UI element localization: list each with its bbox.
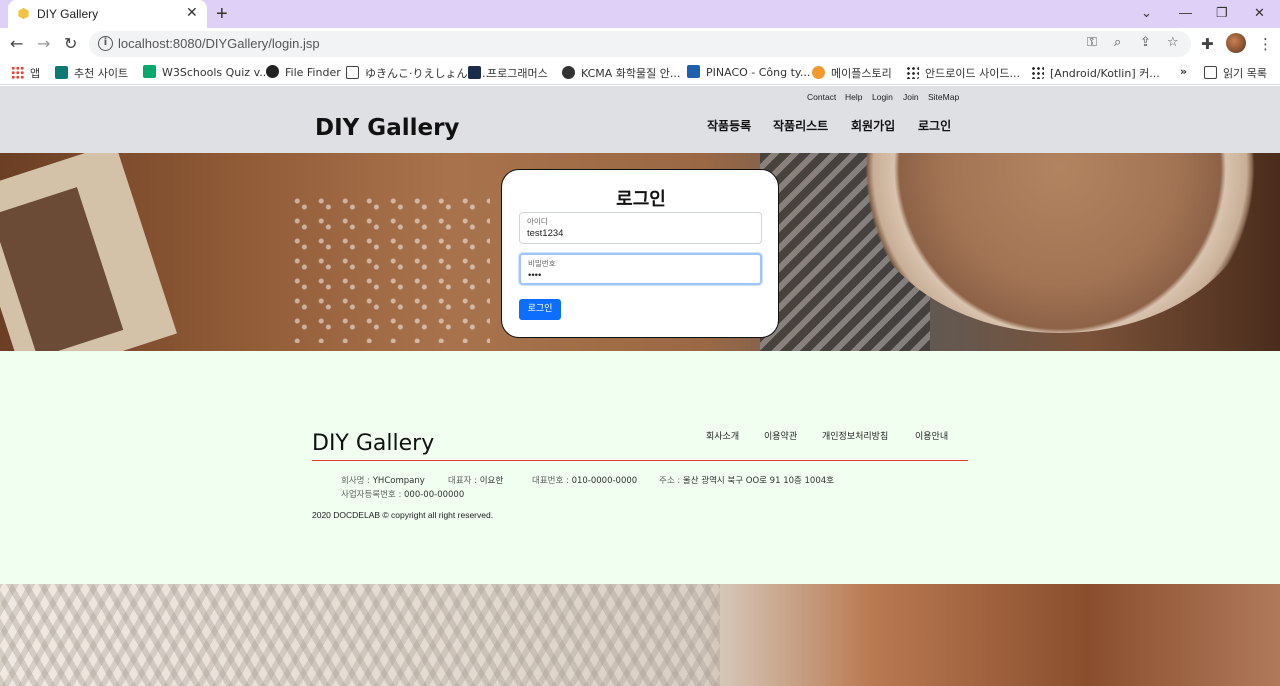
zoom-icon[interactable]: ⌕ bbox=[1114, 35, 1121, 50]
apps-grid-icon bbox=[11, 66, 24, 79]
tv-icon bbox=[346, 66, 359, 79]
id-field[interactable]: 아이디 test1234 bbox=[519, 212, 762, 244]
footer-logo[interactable]: DIY Gallery bbox=[312, 431, 434, 456]
reading-list[interactable]: 읽기 목록 bbox=[1204, 65, 1267, 81]
footer-address: 주소 : 울산 광역시 북구 OO로 91 10층 1004호 bbox=[659, 476, 834, 486]
util-link-help[interactable]: Help bbox=[845, 92, 862, 102]
footer-link-guide[interactable]: 이용안내 bbox=[915, 429, 948, 442]
bookmark-kcma[interactable]: KCMA 화학물질 안... bbox=[562, 65, 680, 81]
programmers-icon bbox=[468, 66, 481, 79]
bookmark-apps[interactable]: 앱 bbox=[11, 65, 40, 81]
minimize-icon[interactable]: — bbox=[1179, 5, 1192, 20]
bottom-background-image bbox=[0, 584, 1280, 686]
site-info-icon[interactable]: i bbox=[98, 36, 113, 51]
bookmark-android-side[interactable]: 안드로이드 사이드... bbox=[906, 65, 1020, 81]
footer-copyright: 2020 DOCDELAB © copyright all right rese… bbox=[312, 510, 494, 520]
footer-phone: 대표번호 : 010-0000-0000 bbox=[532, 476, 638, 486]
share-icon[interactable]: ⇪ bbox=[1140, 35, 1151, 50]
nav-login[interactable]: 로그인 bbox=[918, 117, 951, 134]
site-logo[interactable]: DIY Gallery bbox=[315, 115, 459, 141]
footer-divider bbox=[312, 460, 968, 461]
footer-company: 회사명 : YHCompany bbox=[341, 476, 425, 486]
browser-toolbar: ← → ↻ i localhost:8080/DIYGallery/login.… bbox=[0, 28, 1280, 60]
login-title: 로그인 bbox=[616, 189, 666, 210]
site-footer: DIY Gallery 회사소개 이용약관 개인정보처리방침 이용안내 회사명 … bbox=[0, 351, 1280, 584]
github-icon bbox=[266, 65, 279, 78]
tab-title: DIY Gallery bbox=[37, 7, 99, 21]
nav-register-work[interactable]: 작품등록 bbox=[707, 117, 751, 134]
util-link-contact[interactable]: Contact bbox=[807, 92, 836, 102]
kebab-menu-icon[interactable]: ⋮ bbox=[1258, 35, 1273, 53]
bing-icon bbox=[55, 66, 68, 79]
footer-link-about[interactable]: 회사소개 bbox=[706, 429, 739, 442]
password-label: 비밀번호 bbox=[528, 259, 556, 268]
address-bar[interactable]: i localhost:8080/DIYGallery/login.jsp ⚿ … bbox=[89, 31, 1191, 57]
util-link-login[interactable]: Login bbox=[872, 92, 893, 102]
bookmark-recommended[interactable]: 추천 사이트 bbox=[55, 65, 128, 81]
key-icon[interactable]: ⚿ bbox=[1087, 35, 1097, 50]
extensions-puzzle-icon[interactable]: ✚ bbox=[1201, 35, 1214, 53]
globe-icon bbox=[562, 66, 575, 79]
dots-icon bbox=[1031, 66, 1044, 79]
reading-list-icon bbox=[1204, 66, 1217, 79]
hero-notebook-decor bbox=[0, 153, 177, 351]
profile-avatar[interactable] bbox=[1226, 33, 1246, 53]
tab-search-chevron-icon[interactable]: ⌄ bbox=[1141, 5, 1152, 21]
login-button[interactable]: 로그인 bbox=[519, 299, 561, 320]
knit-texture-decor bbox=[0, 584, 720, 686]
nav-work-list[interactable]: 작품리스트 bbox=[773, 117, 828, 134]
address-url[interactable]: localhost:8080/DIYGallery/login.jsp bbox=[118, 36, 320, 51]
site-header: Contact Help Login Join SiteMap DIY Gall… bbox=[0, 86, 1280, 153]
footer-business-number: 사업자등록번호 : 000-00-00000 bbox=[341, 490, 465, 500]
util-link-sitemap[interactable]: SiteMap bbox=[928, 92, 959, 102]
back-icon[interactable]: ← bbox=[10, 34, 23, 53]
util-link-join[interactable]: Join bbox=[903, 92, 919, 102]
reload-icon[interactable]: ↻ bbox=[64, 34, 77, 53]
bookmarks-bar: 앱 추천 사이트 W3Schools Quiz v... File Finder… bbox=[0, 60, 1280, 85]
browser-tab[interactable]: DIY Gallery ✕ bbox=[8, 0, 207, 28]
new-tab-icon[interactable]: + bbox=[216, 3, 228, 26]
footer-ceo: 대표자 : 이요한 bbox=[448, 476, 504, 486]
bookmark-star-icon[interactable]: ☆ bbox=[1167, 35, 1179, 50]
footer-link-terms[interactable]: 이용약관 bbox=[764, 429, 797, 442]
close-tab-icon[interactable]: ✕ bbox=[186, 5, 198, 21]
hero-flowers-decor bbox=[290, 193, 490, 343]
password-input-value[interactable]: •••• bbox=[528, 270, 541, 281]
login-form: 로그인 아이디 test1234 비밀번호 •••• 로그인 bbox=[501, 169, 779, 338]
bookmark-maplestory[interactable]: 메이플스토리 bbox=[812, 65, 892, 81]
bookmark-pinaco[interactable]: PINACO - Công ty... bbox=[687, 65, 810, 79]
pinaco-icon bbox=[687, 65, 700, 78]
close-window-icon[interactable]: ✕ bbox=[1254, 5, 1265, 21]
id-label: 아이디 bbox=[527, 217, 548, 226]
password-field[interactable]: 비밀번호 •••• bbox=[519, 253, 762, 285]
maplestory-icon bbox=[812, 66, 825, 79]
footer-link-privacy[interactable]: 개인정보처리방침 bbox=[822, 429, 888, 442]
bookmark-file-finder[interactable]: File Finder bbox=[266, 65, 341, 79]
more-bookmarks-icon[interactable]: » bbox=[1180, 65, 1187, 78]
browser-tab-bar: DIY Gallery ✕ + ⌄ — ❐ ✕ bbox=[0, 0, 1280, 28]
w3schools-icon bbox=[143, 65, 156, 78]
dots-icon bbox=[906, 66, 919, 79]
bookmark-android-kotlin[interactable]: [Android/Kotlin] 커... bbox=[1031, 65, 1160, 81]
bookmark-w3schools[interactable]: W3Schools Quiz v... bbox=[143, 65, 270, 79]
hexagon-favicon-icon bbox=[18, 7, 29, 20]
nav-signup[interactable]: 회원가입 bbox=[851, 117, 895, 134]
restore-icon[interactable]: ❐ bbox=[1216, 5, 1228, 21]
bookmark-programmers[interactable]: 프로그래머스 bbox=[468, 65, 548, 81]
id-input-value[interactable]: test1234 bbox=[527, 228, 563, 239]
forward-icon[interactable]: → bbox=[37, 34, 50, 53]
